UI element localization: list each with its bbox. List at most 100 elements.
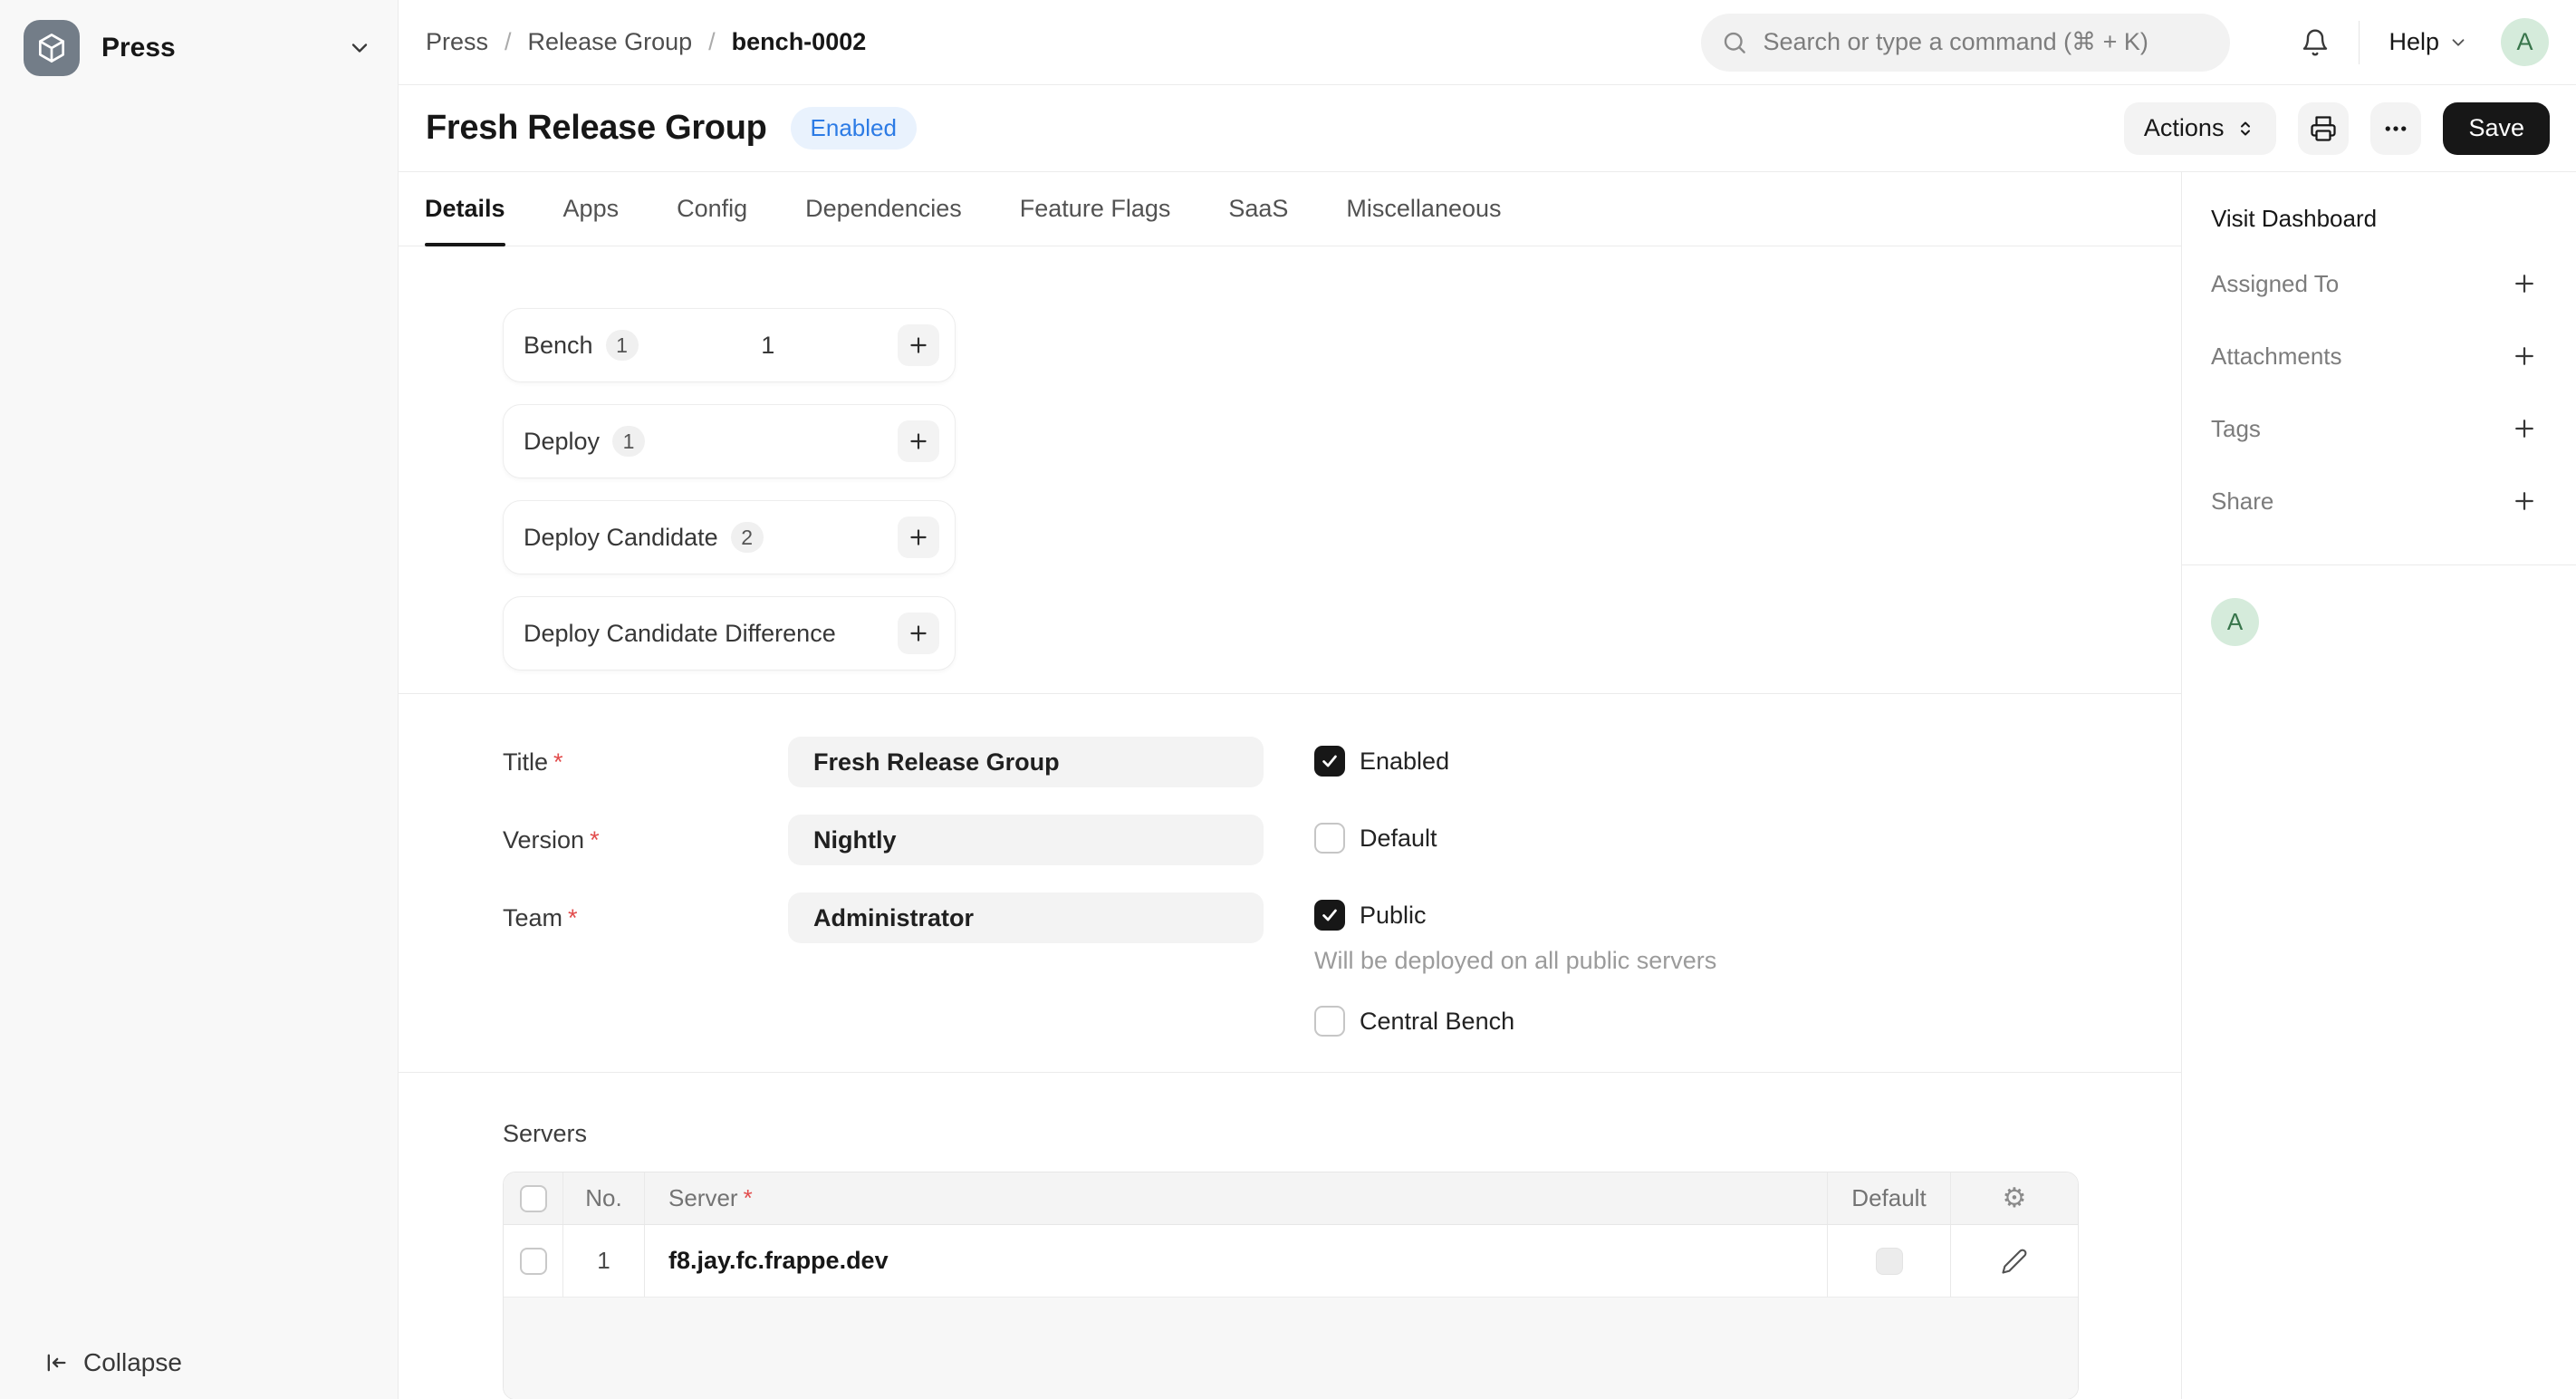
check-icon [1320,751,1340,771]
tab-config[interactable]: Config [677,172,747,246]
plus-icon [2511,415,2538,442]
tab-bar: Details Apps Config Dependencies Feature… [399,172,2181,246]
add-deploy-button[interactable] [898,420,939,462]
plus-icon [2511,270,2538,297]
edit-pencil-icon[interactable] [2001,1248,2028,1275]
command-search[interactable] [1701,14,2230,72]
servers-section: Servers No. Server* Default ⚙ 1 f8.jay.f… [399,1073,2181,1399]
breadcrumb-current: bench-0002 [732,28,867,56]
tab-miscellaneous[interactable]: Miscellaneous [1346,172,1501,246]
breadcrumb-press[interactable]: Press [426,28,488,56]
deploy-card[interactable]: Deploy 1 [503,404,956,478]
collapse-sidebar-button[interactable]: Collapse [0,1348,398,1399]
save-button[interactable]: Save [2443,102,2550,155]
servers-table-header: No. Server* Default ⚙ [504,1172,2078,1225]
enabled-label: Enabled [1360,748,1449,776]
printer-icon [2310,115,2337,142]
collapse-icon [43,1350,69,1375]
tab-details[interactable]: Details [425,172,505,246]
print-button[interactable] [2298,102,2349,155]
help-menu[interactable]: Help [2389,28,2468,56]
column-header-no: No. [563,1172,645,1224]
row-number: 1 [597,1247,610,1275]
plus-icon [2511,343,2538,370]
visit-dashboard-link[interactable]: Visit Dashboard [2211,205,2538,233]
share-row: Share [2182,465,2576,537]
add-deploy-candidate-difference-button[interactable] [898,613,939,654]
add-tag-button[interactable] [2511,415,2538,442]
server-cell[interactable]: f8.jay.fc.frappe.dev [645,1225,1828,1297]
row-select-checkbox[interactable] [520,1248,547,1275]
plus-icon [907,622,930,645]
side-panel-items: Assigned To Attachments Tags [2182,247,2576,537]
content-row: Details Apps Config Dependencies Feature… [399,172,2576,1399]
breadcrumb-release-group[interactable]: Release Group [528,28,693,56]
main-content: Details Apps Config Dependencies Feature… [399,172,2181,1399]
plus-icon [907,526,930,549]
row-default-checkbox[interactable] [1876,1248,1903,1275]
bench-card[interactable]: Bench 1 1 [503,308,956,382]
central-bench-label: Central Bench [1360,1008,1514,1036]
servers-table-footer [504,1298,2078,1399]
title-field[interactable] [788,737,1264,787]
deploy-card-label: Deploy [524,428,600,456]
select-all-checkbox[interactable] [520,1185,547,1212]
add-bench-button[interactable] [898,324,939,366]
details-form-section: Title* Version* Team* [399,694,2181,1073]
page-header: Fresh Release Group Enabled Actions [399,85,2576,172]
bench-count-badge: 1 [606,330,639,361]
collapse-label: Collapse [83,1348,182,1377]
edit-row-cell [1951,1225,2078,1297]
add-share-button[interactable] [2511,487,2538,515]
side-panel-divider [2182,564,2576,565]
deploy-candidate-difference-card[interactable]: Deploy Candidate Difference [503,596,956,671]
default-label: Default [1360,825,1437,853]
workspace-switcher[interactable]: Press [0,0,398,76]
table-settings-gear-icon[interactable]: ⚙ [2003,1185,2027,1212]
tab-feature-flags[interactable]: Feature Flags [1020,172,1171,246]
page-actions: Actions Save [2124,102,2550,155]
required-mark: * [553,748,563,776]
add-attachment-button[interactable] [2511,343,2538,370]
actions-button[interactable]: Actions [2124,102,2277,155]
title-label: Title* [503,748,788,777]
column-header-server: Server* [645,1172,1828,1224]
actions-label: Actions [2144,114,2225,142]
default-checkbox[interactable] [1314,823,1345,854]
app-name: Press [101,33,347,63]
ellipsis-icon [2382,115,2409,142]
central-bench-checkbox[interactable] [1314,1006,1345,1037]
search-input[interactable] [1763,28,2210,56]
user-avatar[interactable]: A [2501,18,2549,66]
main-column: Press / Release Group / bench-0002 Help [399,0,2576,1399]
assigned-to-label: Assigned To [2211,270,2339,298]
cube-icon [34,31,69,65]
tab-apps[interactable]: Apps [563,172,620,246]
add-deploy-candidate-button[interactable] [898,516,939,558]
team-field[interactable] [788,892,1264,943]
version-row: Version* [503,815,1264,865]
tags-label: Tags [2211,415,2261,443]
app-sidebar: Press Collapse [0,0,399,1399]
form-fields: Title* Version* Team* [503,737,1264,1072]
chevron-down-icon [347,35,372,61]
more-options-button[interactable] [2370,102,2421,155]
search-icon [1721,29,1748,56]
attachments-row: Attachments [2182,320,2576,392]
version-field[interactable] [788,815,1264,865]
tab-dependencies[interactable]: Dependencies [805,172,962,246]
document-side-panel: Visit Dashboard Assigned To Attachments … [2181,172,2576,1399]
enabled-checkbox-row: Enabled [1314,746,1716,777]
enabled-checkbox[interactable] [1314,746,1345,777]
share-label: Share [2211,487,2273,516]
notifications-bell-icon[interactable] [2301,28,2330,57]
breadcrumb: Press / Release Group / bench-0002 [426,28,866,56]
server-name: f8.jay.fc.frappe.dev [668,1247,889,1275]
deploy-candidate-card[interactable]: Deploy Candidate 2 [503,500,956,574]
add-assignment-button[interactable] [2511,270,2538,297]
central-bench-checkbox-row: Central Bench [1314,1006,1716,1037]
tab-saas[interactable]: SaaS [1228,172,1288,246]
public-checkbox[interactable] [1314,900,1345,931]
viewer-avatar[interactable]: A [2211,598,2259,646]
linked-documents-section: Bench 1 1 Deploy 1 Deploy Candidate [399,246,2181,694]
